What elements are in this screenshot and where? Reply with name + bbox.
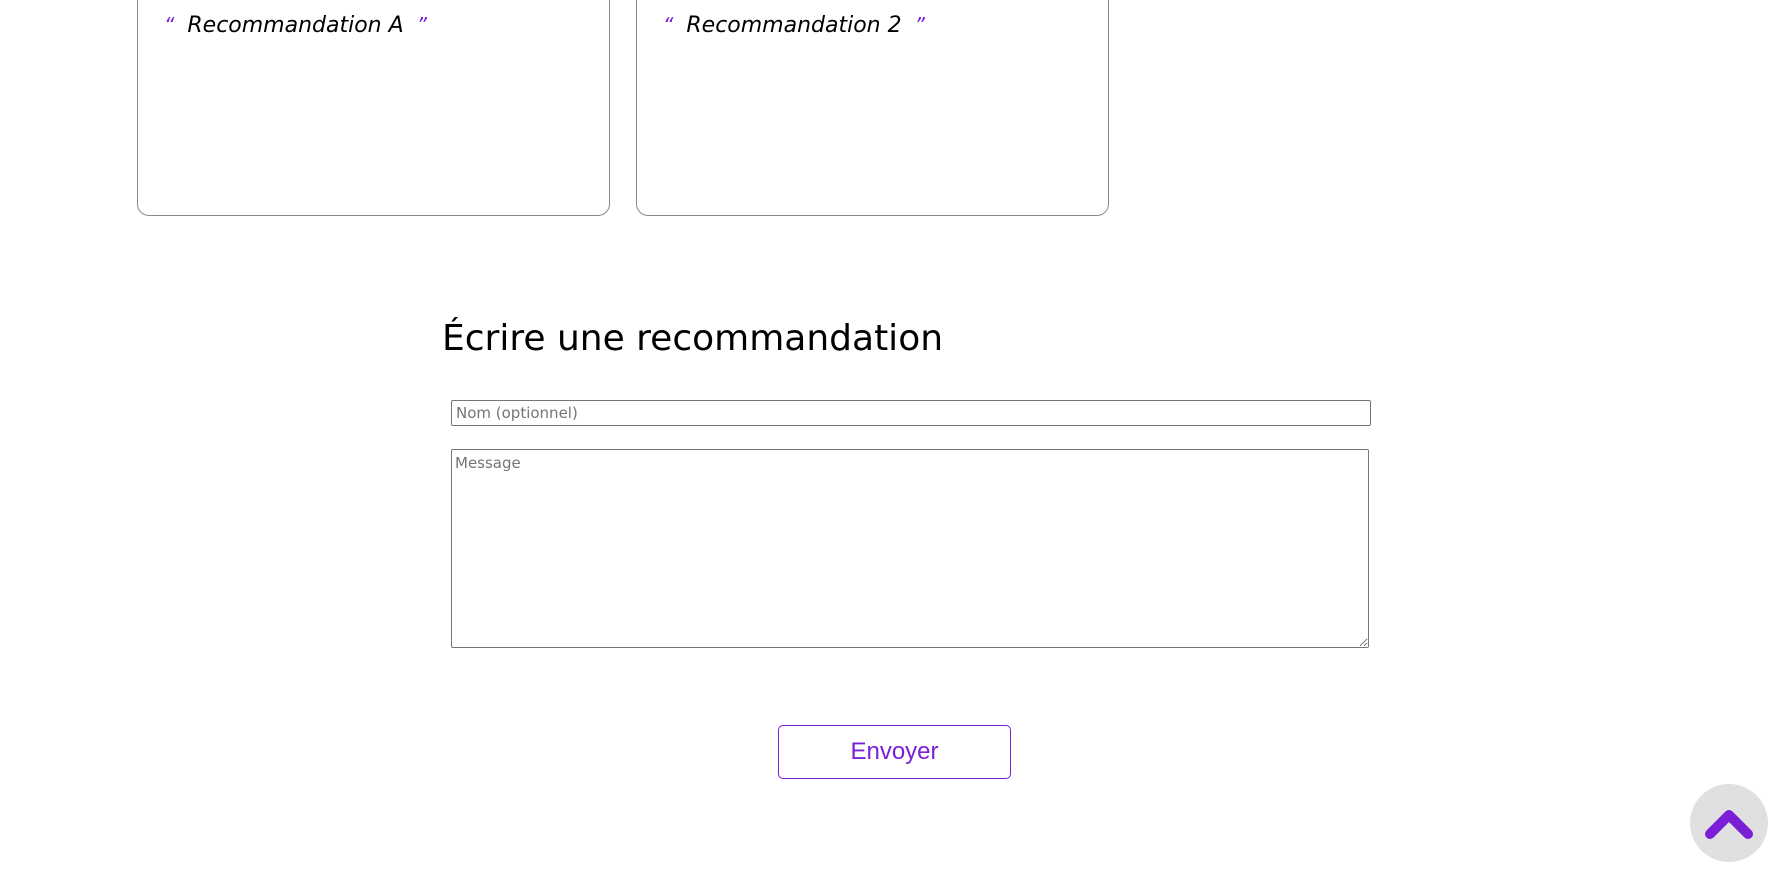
recommendation-card: “ Recommandation 2 ” <box>636 0 1109 216</box>
recommendation-quote: “ Recommandation 2 ” <box>663 13 925 38</box>
message-field[interactable] <box>451 449 1369 648</box>
back-to-top-button[interactable] <box>1690 784 1768 862</box>
recommendation-card: “ Recommandation A ” <box>137 0 610 216</box>
close-quote-mark: ” <box>914 13 925 37</box>
name-field[interactable] <box>451 400 1371 426</box>
close-quote-mark: ” <box>416 13 428 37</box>
open-quote-mark: “ <box>164 13 175 37</box>
recommendation-quote: “ Recommandation A ” <box>164 13 427 38</box>
chevron-up-icon <box>1705 810 1753 839</box>
page: “ Recommandation A ” “ Recommandation 2 … <box>0 0 1790 870</box>
recommendation-text: Recommandation A <box>187 13 404 38</box>
form-title: Écrire une recommandation <box>442 318 944 359</box>
recommendation-text: Recommandation 2 <box>686 13 902 38</box>
submit-button[interactable]: Envoyer <box>778 725 1011 779</box>
open-quote-mark: “ <box>663 13 674 37</box>
